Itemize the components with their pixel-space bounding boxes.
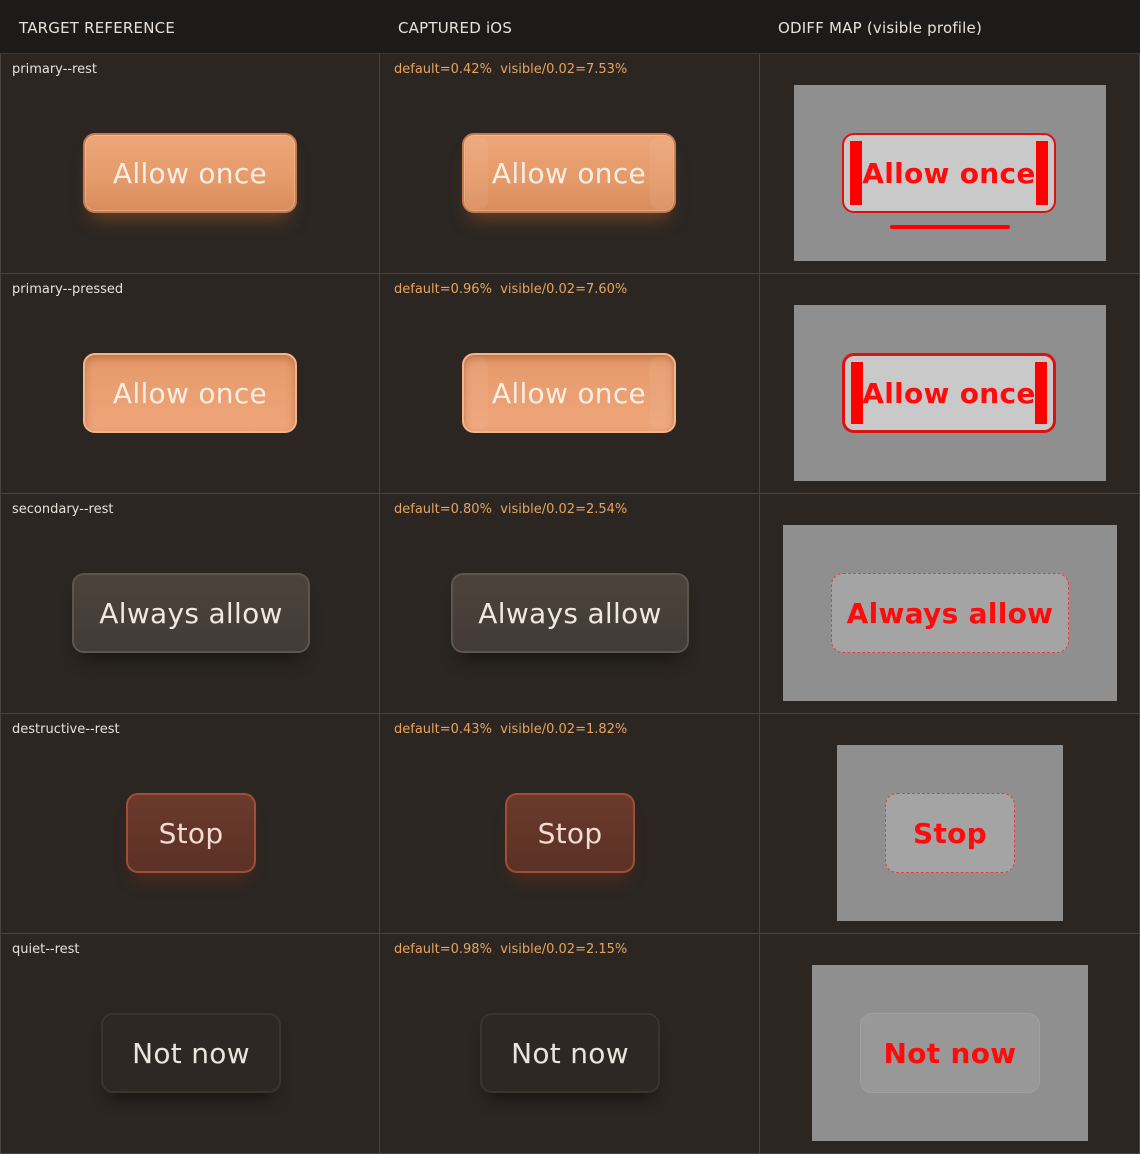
- diff-button-outline: Always allow: [831, 573, 1069, 653]
- captured-cell: default=0.80% visible/0.02=2.54% Always …: [380, 494, 760, 714]
- diff-map-image: Allow once: [794, 85, 1106, 261]
- diff-map-image: Not now: [812, 965, 1088, 1141]
- not-now-button[interactable]: Not now: [480, 1013, 660, 1093]
- case-label: quiet--rest: [12, 942, 80, 957]
- button-label: Always allow: [478, 596, 662, 630]
- table-header: TARGET REFERENCE CAPTURED iOS ODIFF MAP …: [0, 0, 1140, 54]
- stop-button[interactable]: Stop: [126, 793, 256, 873]
- target-cell: primary--rest Allow once: [0, 54, 380, 274]
- edge-highlight: [466, 357, 488, 429]
- button-label: Always allow: [99, 596, 283, 630]
- diff-button-outline: Allow once: [842, 353, 1056, 433]
- button-label: Stop: [158, 816, 224, 850]
- diff-button-outline: Not now: [860, 1013, 1040, 1093]
- diff-button-label: Stop: [912, 816, 988, 850]
- diff-metrics: default=0.98% visible/0.02=2.15%: [394, 942, 628, 957]
- diff-button-label: Not now: [883, 1036, 1017, 1070]
- target-cell: secondary--rest Always allow: [0, 494, 380, 714]
- diff-cell: Allow once: [760, 54, 1140, 274]
- button-label: Stop: [537, 816, 603, 850]
- target-cell: primary--pressed Allow once: [0, 274, 380, 494]
- table-row: secondary--rest Always allow default=0.8…: [0, 494, 1140, 714]
- comparison-grid: primary--rest Allow once default=0.42% v…: [0, 54, 1140, 1154]
- captured-cell: default=0.98% visible/0.02=2.15% Not now: [380, 934, 760, 1154]
- diff-edge-left: [850, 141, 862, 205]
- table-row: primary--rest Allow once default=0.42% v…: [0, 54, 1140, 274]
- diff-cell: Stop: [760, 714, 1140, 934]
- captured-cell: default=0.42% visible/0.02=7.53% Allow o…: [380, 54, 760, 274]
- case-label: secondary--rest: [12, 502, 114, 517]
- diff-button-label: Allow once: [862, 156, 1036, 190]
- target-cell: destructive--rest Stop: [0, 714, 380, 934]
- diff-cell: Allow once: [760, 274, 1140, 494]
- diff-edge-left: [851, 362, 863, 424]
- table-row: quiet--rest Not now default=0.98% visibl…: [0, 934, 1140, 1154]
- diff-button-label: Always allow: [846, 596, 1054, 630]
- diff-map-image: Allow once: [794, 305, 1106, 481]
- button-label: Allow once: [491, 156, 647, 190]
- edge-highlight: [466, 137, 488, 209]
- diff-metrics: default=0.96% visible/0.02=7.60%: [394, 282, 628, 297]
- diff-cell: Always allow: [760, 494, 1140, 714]
- diff-cell: Not now: [760, 934, 1140, 1154]
- column-title-target: TARGET REFERENCE: [19, 19, 175, 37]
- captured-cell: default=0.96% visible/0.02=7.60% Allow o…: [380, 274, 760, 494]
- allow-once-button[interactable]: Allow once: [462, 133, 676, 213]
- case-label: primary--rest: [12, 62, 97, 77]
- captured-cell: default=0.43% visible/0.02=1.82% Stop: [380, 714, 760, 934]
- stop-button[interactable]: Stop: [505, 793, 635, 873]
- button-label: Allow once: [491, 376, 647, 410]
- table-row: primary--pressed Allow once default=0.96…: [0, 274, 1140, 494]
- button-label: Allow once: [112, 156, 268, 190]
- always-allow-button[interactable]: Always allow: [72, 573, 310, 653]
- diff-edge-right: [1035, 362, 1047, 424]
- not-now-button[interactable]: Not now: [101, 1013, 281, 1093]
- table-row: destructive--rest Stop default=0.43% vis…: [0, 714, 1140, 934]
- edge-highlight: [650, 357, 672, 429]
- edge-highlight: [650, 137, 672, 209]
- diff-button-outline: Stop: [885, 793, 1015, 873]
- diff-map-image: Always allow: [783, 525, 1117, 701]
- button-label: Not now: [132, 1036, 250, 1070]
- button-label: Allow once: [112, 376, 268, 410]
- diff-metrics: default=0.80% visible/0.02=2.54%: [394, 502, 628, 517]
- allow-once-button[interactable]: Allow once: [462, 353, 676, 433]
- allow-once-button[interactable]: Allow once: [83, 353, 297, 433]
- diff-edge-right: [1036, 141, 1048, 205]
- diff-button-outline: Allow once: [842, 133, 1056, 213]
- target-cell: quiet--rest Not now: [0, 934, 380, 1154]
- diff-shadow-strip: [890, 225, 1010, 229]
- column-title-diff: ODIFF MAP (visible profile): [778, 19, 983, 37]
- diff-button-label: Allow once: [862, 376, 1036, 410]
- column-title-captured: CAPTURED iOS: [398, 19, 513, 37]
- always-allow-button[interactable]: Always allow: [451, 573, 689, 653]
- diff-metrics: default=0.42% visible/0.02=7.53%: [394, 62, 628, 77]
- diff-map-image: Stop: [837, 745, 1063, 921]
- button-label: Not now: [511, 1036, 629, 1070]
- case-label: destructive--rest: [12, 722, 120, 737]
- case-label: primary--pressed: [12, 282, 124, 297]
- allow-once-button[interactable]: Allow once: [83, 133, 297, 213]
- diff-metrics: default=0.43% visible/0.02=1.82%: [394, 722, 628, 737]
